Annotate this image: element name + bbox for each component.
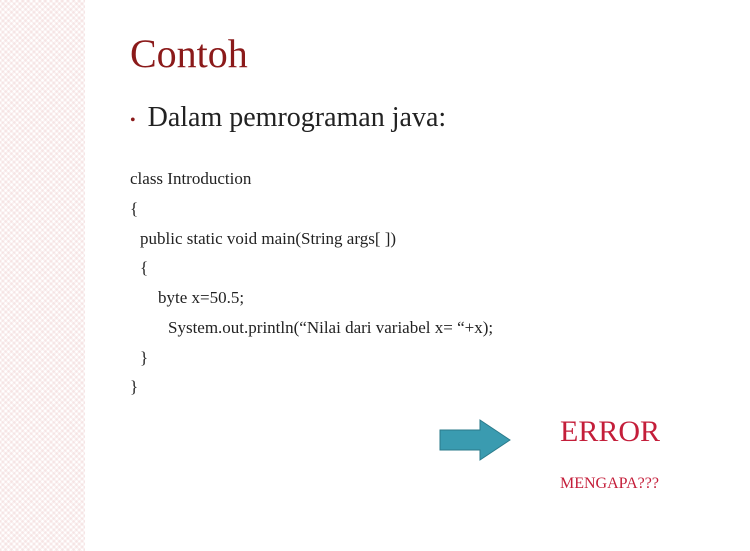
left-pattern-decoration xyxy=(0,0,85,551)
error-label: ERROR xyxy=(560,415,660,449)
code-line: class Introduction xyxy=(130,164,720,194)
code-line: } xyxy=(130,372,720,402)
arrow-icon xyxy=(435,415,515,465)
code-line: public static void main(String args[ ]) xyxy=(130,224,720,254)
code-block: class Introduction { public static void … xyxy=(130,164,720,402)
code-line: byte x=50.5; xyxy=(130,283,720,313)
bullet-text: Dalam pemrograman java: xyxy=(148,102,447,134)
code-line: { xyxy=(130,253,720,283)
bullet-icon: • xyxy=(130,112,136,130)
slide-title: Contoh xyxy=(130,30,720,77)
bullet-line: • Dalam pemrograman java: xyxy=(130,102,720,134)
question-label: MENGAPA??? xyxy=(560,475,659,493)
code-line: { xyxy=(130,194,720,224)
code-line: System.out.println(“Nilai dari variabel … xyxy=(130,313,720,343)
slide-content: Contoh • Dalam pemrograman java: class I… xyxy=(130,30,720,402)
code-line: } xyxy=(130,343,720,373)
